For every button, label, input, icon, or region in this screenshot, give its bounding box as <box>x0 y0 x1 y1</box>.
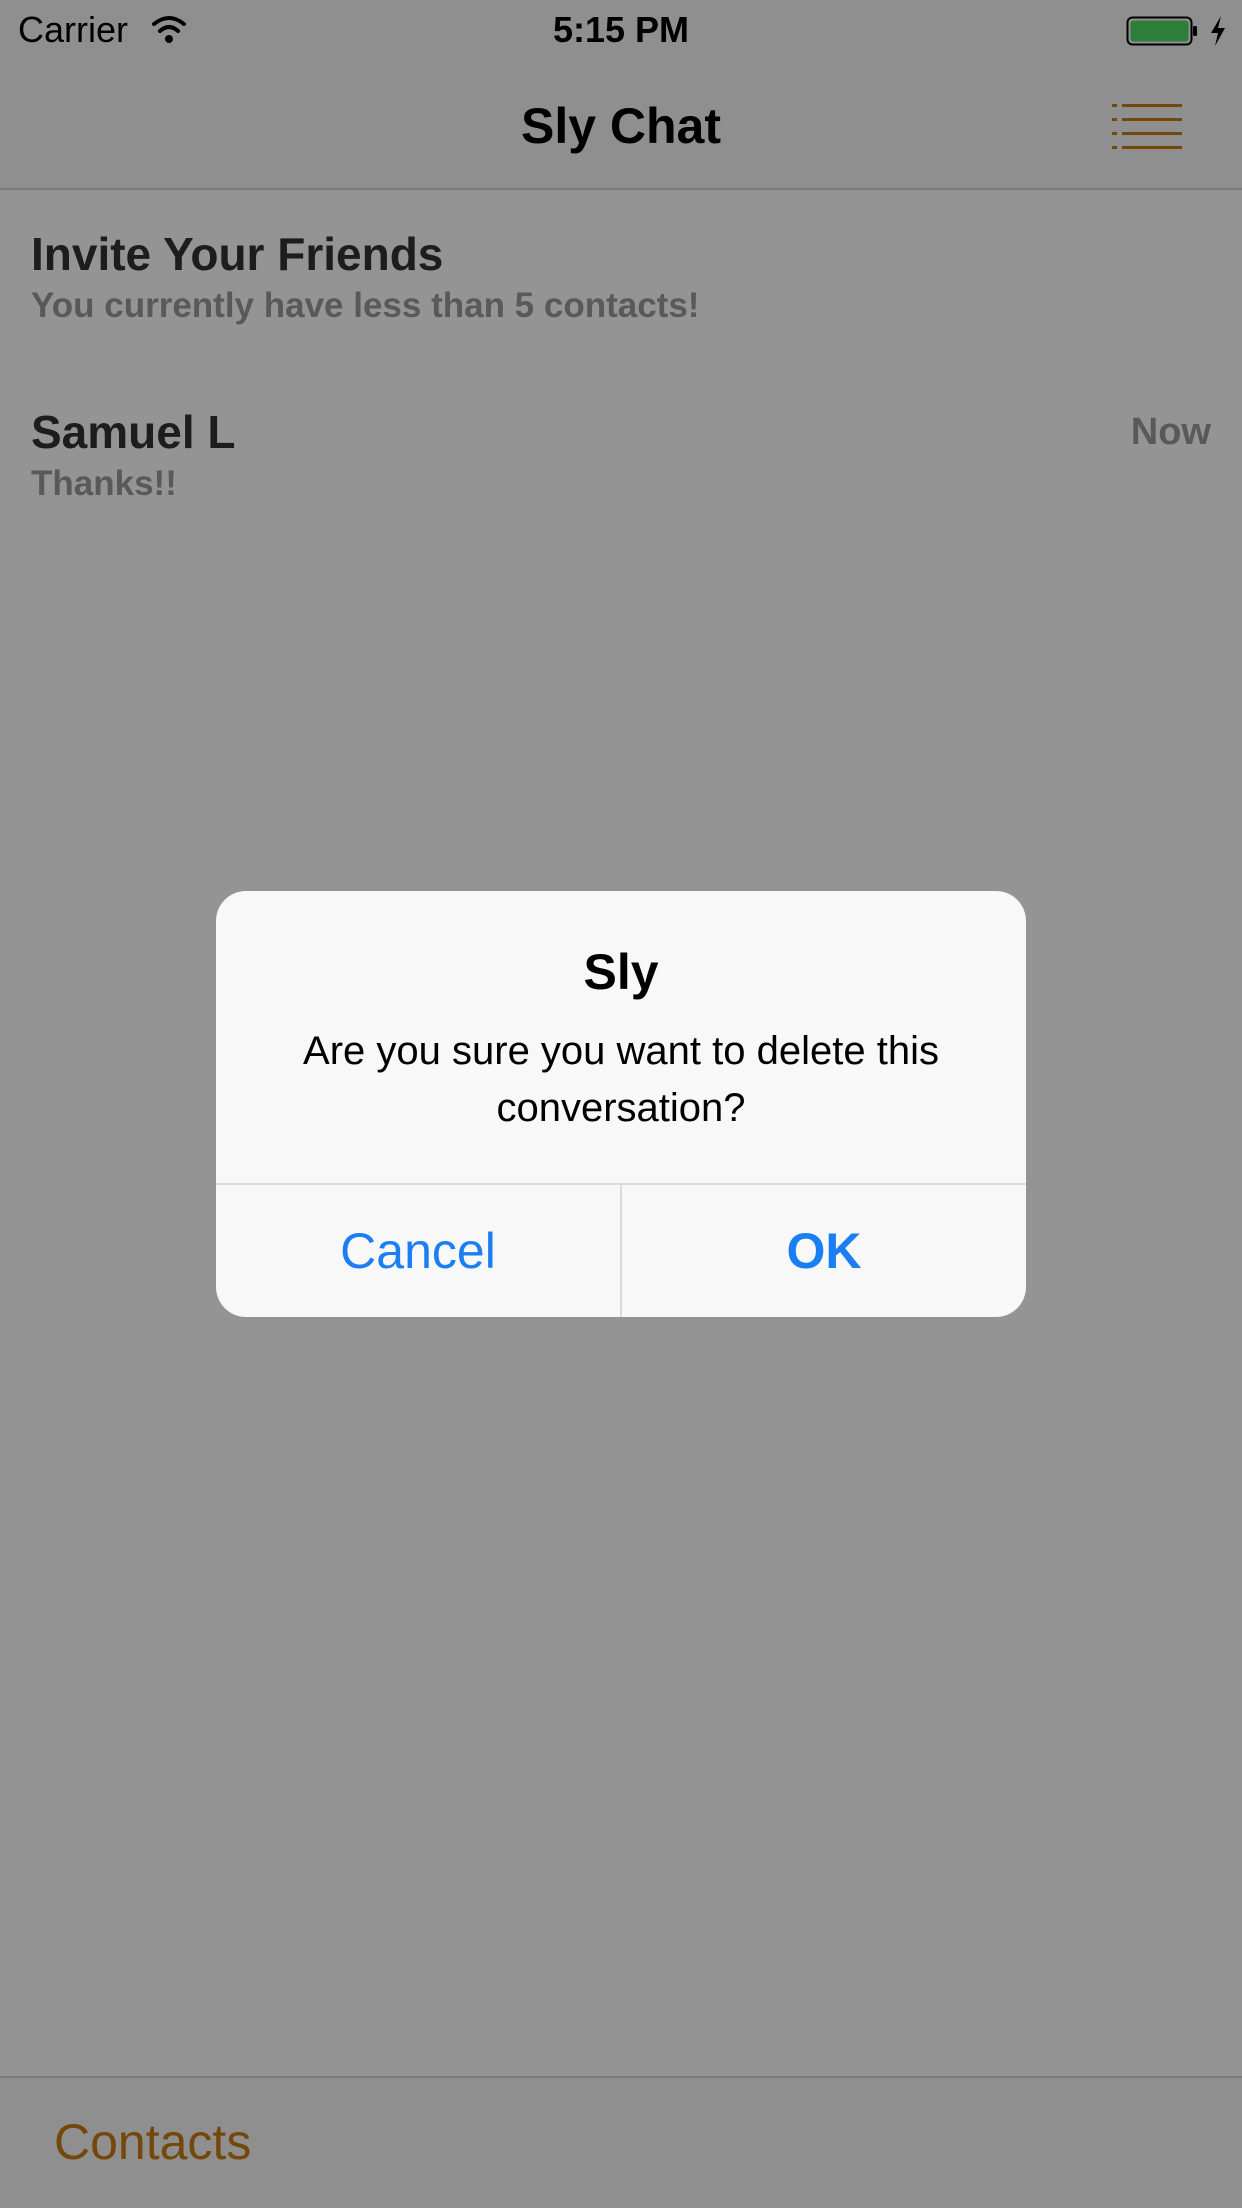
alert-title: Sly <box>583 944 659 1000</box>
cancel-button[interactable]: Cancel <box>216 1185 620 1317</box>
alert-message: Are you sure you want to delete this con… <box>303 1029 939 1130</box>
app-screen: Carrier 5:15 PM Sly Chat Invite Your Fri… <box>0 0 1242 2208</box>
delete-conversation-alert: Sly Are you sure you want to delete this… <box>216 891 1026 1317</box>
ok-button[interactable]: OK <box>622 1185 1026 1317</box>
